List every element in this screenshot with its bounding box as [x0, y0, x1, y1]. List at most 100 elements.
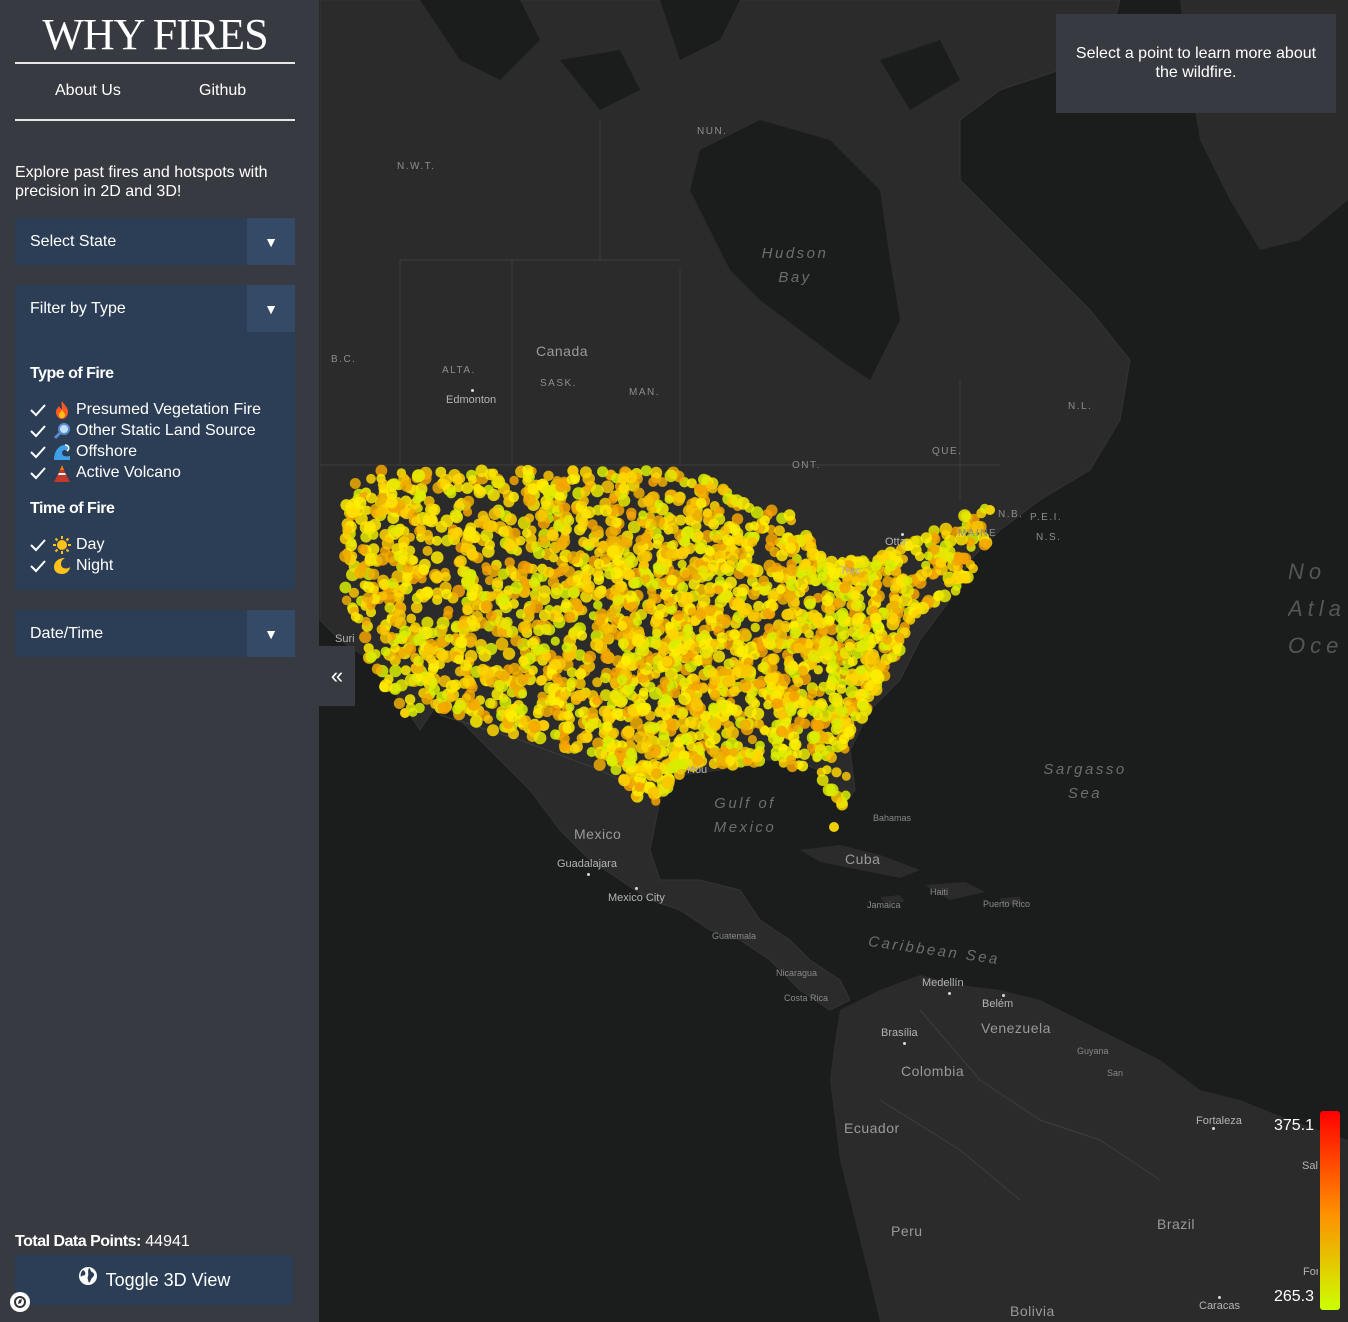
fire-point[interactable] — [639, 687, 649, 697]
fire-point[interactable] — [836, 705, 848, 717]
fire-point[interactable] — [709, 689, 721, 701]
fire-point[interactable] — [764, 623, 774, 634]
fire-point[interactable] — [714, 575, 725, 586]
fire-point[interactable] — [763, 700, 773, 710]
fire-point[interactable] — [393, 585, 406, 598]
fire-point[interactable] — [498, 595, 510, 606]
fire-point[interactable] — [709, 717, 722, 730]
fire-point[interactable] — [677, 559, 687, 570]
fire-point[interactable] — [467, 698, 481, 711]
fire-point[interactable] — [704, 604, 716, 616]
fire-point[interactable] — [586, 718, 599, 730]
fire-point[interactable] — [738, 679, 752, 692]
fire-point[interactable] — [563, 611, 576, 623]
fire-point[interactable] — [600, 672, 611, 684]
fire-point[interactable] — [799, 559, 811, 571]
fire-point[interactable] — [461, 482, 474, 494]
fire-point[interactable] — [889, 600, 900, 611]
fire-point[interactable] — [518, 655, 529, 667]
fire-point[interactable] — [578, 536, 589, 548]
fire-point[interactable] — [551, 673, 563, 684]
fire-point[interactable] — [829, 822, 839, 832]
fire-point[interactable] — [730, 494, 744, 508]
fire-point[interactable] — [509, 527, 521, 540]
fire-point[interactable] — [723, 658, 735, 670]
fire-point[interactable] — [658, 563, 670, 575]
fire-point[interactable] — [618, 638, 629, 649]
fire-point[interactable] — [566, 679, 576, 689]
fire-point[interactable] — [516, 569, 528, 581]
fire-point[interactable] — [451, 474, 463, 485]
fire-point[interactable] — [765, 533, 779, 547]
fire-point[interactable] — [821, 594, 834, 607]
fire-point[interactable] — [582, 732, 593, 743]
fire-point[interactable] — [832, 692, 843, 704]
fire-point[interactable] — [408, 555, 419, 565]
fire-point[interactable] — [728, 523, 741, 535]
fire-point[interactable] — [829, 581, 840, 592]
fire-point[interactable] — [400, 708, 410, 718]
fire-point[interactable] — [522, 464, 534, 477]
fire-point[interactable] — [867, 570, 877, 580]
fire-point[interactable] — [633, 487, 645, 499]
fire-point[interactable] — [376, 553, 389, 566]
fire-point[interactable] — [939, 522, 953, 536]
fire-point[interactable] — [380, 631, 392, 644]
fire-point[interactable] — [702, 508, 713, 518]
fire-point[interactable] — [664, 494, 674, 504]
fire-point[interactable] — [639, 560, 650, 570]
fire-point[interactable] — [631, 576, 643, 589]
fire-point[interactable] — [550, 636, 560, 646]
fire-point[interactable] — [576, 630, 588, 641]
fire-point[interactable] — [720, 563, 731, 574]
fire-point[interactable] — [661, 656, 673, 667]
fire-point[interactable] — [357, 544, 368, 555]
fire-point[interactable] — [547, 576, 560, 588]
fire-point[interactable] — [959, 572, 971, 584]
fire-point[interactable] — [739, 719, 752, 731]
fire-point[interactable] — [591, 621, 602, 632]
fire-point[interactable] — [446, 488, 457, 499]
fire-point[interactable] — [772, 571, 785, 583]
fire-point[interactable] — [460, 566, 472, 578]
fire-point[interactable] — [610, 764, 622, 776]
fire-point[interactable] — [359, 631, 372, 644]
fire-point[interactable] — [640, 465, 652, 477]
fire-point[interactable] — [617, 620, 628, 631]
fire-point[interactable] — [709, 747, 720, 759]
fire-point[interactable] — [426, 654, 436, 664]
fire-point[interactable] — [770, 751, 780, 762]
fire-point[interactable] — [699, 629, 710, 641]
fire-point[interactable] — [482, 519, 495, 533]
fire-point[interactable] — [843, 726, 855, 738]
fire-point[interactable] — [563, 566, 576, 578]
fire-point[interactable] — [422, 545, 433, 556]
fire-point[interactable] — [463, 507, 473, 517]
fire-point[interactable] — [499, 696, 512, 709]
fire-point[interactable] — [376, 506, 388, 518]
fire-point[interactable] — [590, 484, 604, 498]
fire-point[interactable] — [818, 709, 832, 722]
fire-point[interactable] — [500, 618, 511, 630]
fire-point[interactable] — [665, 514, 678, 526]
fire-point[interactable] — [483, 714, 493, 724]
fire-point[interactable] — [738, 628, 751, 641]
fire-point[interactable] — [399, 625, 412, 638]
fire-point[interactable] — [689, 718, 701, 730]
fire-point[interactable] — [722, 676, 734, 688]
fire-point[interactable] — [440, 571, 451, 582]
fire-point[interactable] — [616, 674, 628, 685]
fire-point[interactable] — [930, 534, 941, 544]
fire-point[interactable] — [807, 688, 818, 699]
select-state-dropdown[interactable]: Select State ▼ — [15, 218, 295, 265]
fire-point[interactable] — [647, 786, 660, 799]
fire-point[interactable] — [807, 649, 821, 663]
fire-point[interactable] — [342, 525, 352, 535]
fire-point[interactable] — [400, 665, 411, 676]
fire-point[interactable] — [602, 721, 613, 732]
fire-point[interactable] — [610, 584, 622, 596]
fire-point[interactable] — [697, 565, 709, 577]
fire-point[interactable] — [432, 535, 442, 546]
fire-point[interactable] — [509, 475, 519, 486]
fire-point[interactable] — [752, 611, 763, 623]
